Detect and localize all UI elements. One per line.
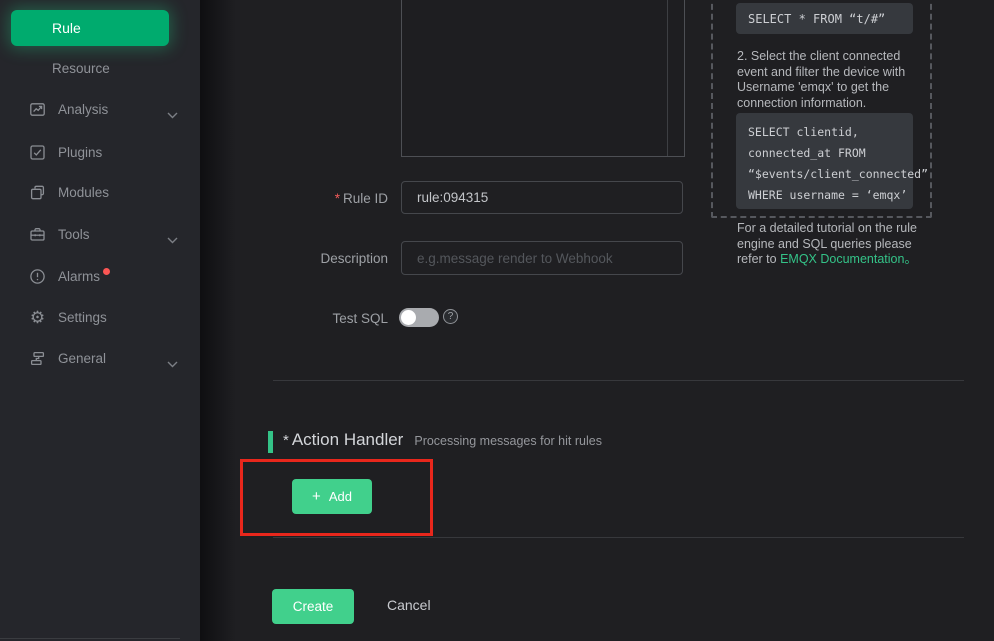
add-button-label: Add [329,489,352,504]
plus-icon: + [312,488,321,505]
cancel-button[interactable]: Cancel [387,597,431,613]
rule-id-input[interactable] [401,181,683,214]
required-asterisk: * [335,191,340,206]
sql-example-1: SELECT * FROM “t/#” [736,3,913,34]
action-handler-header: * Action Handler Processing messages for… [283,430,602,450]
copy-stack-icon [29,184,46,201]
code-line: “$events/client_connected” [748,164,913,185]
sidebar-item-resource[interactable]: Resource [0,57,200,79]
sidebar-shadow [200,0,236,641]
code-line: connected_at FROM [748,143,913,164]
section-subtitle: Processing messages for hit rules [414,434,602,448]
help-icon[interactable]: ? [443,309,458,324]
section-accent-bar [268,431,273,453]
chevron-down-icon [167,232,178,247]
chevron-down-icon [167,356,178,371]
sql-example-2: SELECT clientid, connected_at FROM “$eve… [736,113,913,209]
rule-id-label: *Rule ID [250,191,388,206]
description-label: Description [250,251,388,266]
sidebar-item-label: Settings [58,310,107,325]
sidebar-item-label: General [58,351,106,366]
sidebar-item-analysis[interactable]: Analysis [0,98,200,120]
add-action-button[interactable]: + Add [292,479,372,514]
sidebar-item-label: Plugins [58,145,102,160]
chart-icon [29,101,46,118]
sql-editor[interactable] [401,0,685,157]
sidebar-footer-divider [0,638,180,639]
sidebar: Rule Resource Analysis [0,0,200,641]
test-sql-label: Test SQL [250,311,388,326]
chevron-down-icon [167,107,178,122]
sidebar-item-plugins[interactable]: Plugins [0,141,200,163]
sidebar-item-label: Analysis [58,102,108,117]
section-divider [273,537,964,538]
section-divider [273,380,964,381]
sitemap-icon [29,350,46,367]
emqx-documentation-link[interactable]: EMQX Documentation [780,252,904,266]
help-step-2-text: 2. Select the client connected event and… [737,49,927,111]
sidebar-item-rule[interactable]: Rule [11,10,169,46]
sidebar-item-settings[interactable]: ⚙ Settings [0,306,200,328]
alarm-notification-dot [103,268,110,275]
section-title: Action Handler [292,430,404,450]
sidebar-item-modules[interactable]: Modules [0,181,200,203]
create-button[interactable]: Create [272,589,354,624]
sidebar-item-label: Alarms [58,269,100,284]
sql-editor-scrollbar-track[interactable] [667,0,668,156]
sidebar-item-label: Tools [58,227,90,242]
sidebar-item-label: Resource [52,61,110,76]
sidebar-item-general[interactable]: General [0,347,200,369]
toggle-knob [401,310,416,325]
description-input[interactable] [401,241,683,275]
gear-icon: ⚙ [29,309,46,326]
sidebar-item-tools[interactable]: Tools [0,223,200,245]
code-line: WHERE username = ‘emqx’ [748,185,913,206]
test-sql-toggle[interactable] [399,308,439,327]
toolbox-icon [29,226,46,243]
sidebar-item-label: Rule [52,20,81,36]
code-line: SELECT clientid, [748,122,913,143]
page: Rule Resource Analysis [0,0,994,641]
sidebar-item-alarms[interactable]: Alarms [0,265,200,287]
required-asterisk: * [283,432,289,449]
sidebar-item-label: Modules [58,185,109,200]
tutorial-text: For a detailed tutorial on the rule engi… [737,221,929,268]
alert-circle-icon [29,268,46,285]
checkbox-icon [29,144,46,161]
